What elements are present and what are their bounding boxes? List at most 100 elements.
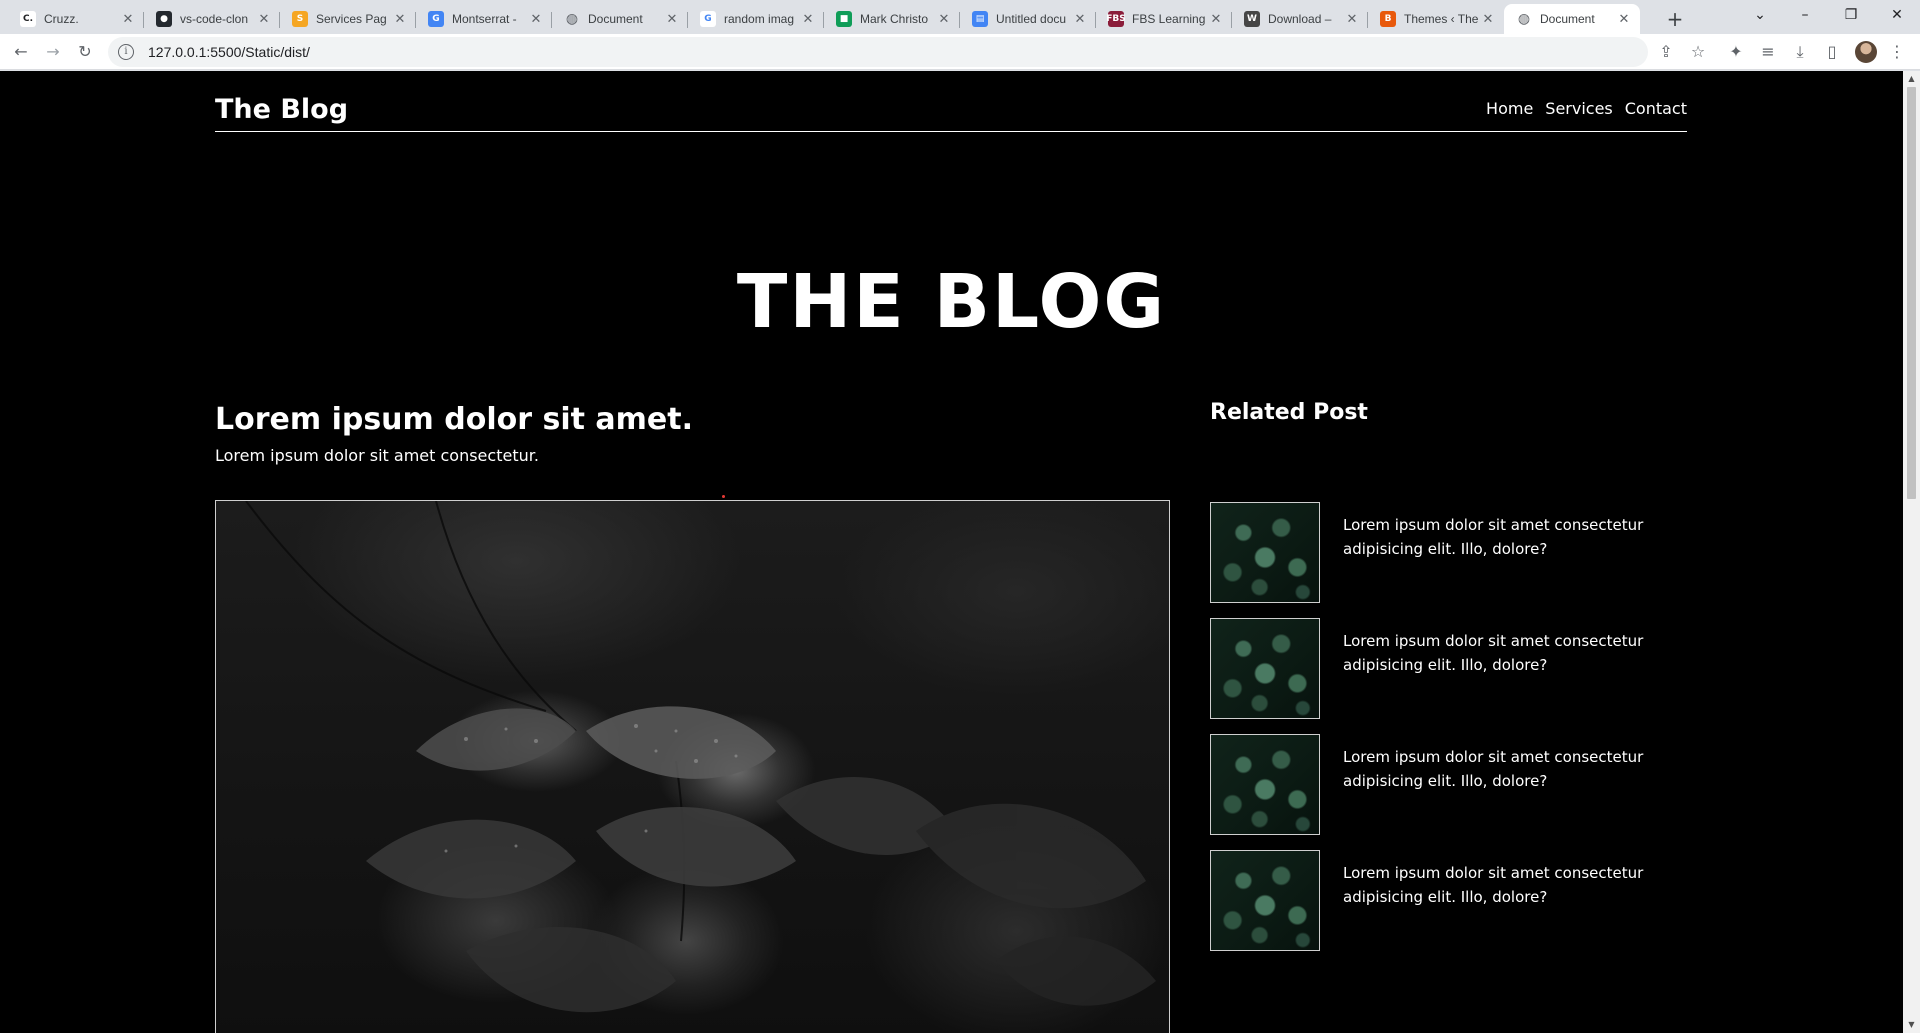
restore-button[interactable]: ❐ xyxy=(1828,0,1874,30)
nav-link-services[interactable]: Services xyxy=(1545,99,1612,118)
back-button[interactable]: ← xyxy=(9,40,33,64)
close-tab-icon[interactable]: ✕ xyxy=(1616,12,1632,27)
tab-title: Montserrat - xyxy=(452,12,517,26)
related-post-item[interactable]: Lorem ipsum dolor sit amet consectetur a… xyxy=(1210,734,1690,835)
tab-title: Cruzz. xyxy=(44,12,79,26)
post-featured-image xyxy=(215,500,1170,1033)
url-text[interactable]: 127.0.0.1:5500/Static/dist/ xyxy=(148,44,310,60)
browser-tab-strip: C. Cruzz. ✕ ● vs-code-clon ✕ S Services Pag ✕ G Mo… xyxy=(0,0,1920,34)
side-panel-icon[interactable]: ▯ xyxy=(1820,40,1844,64)
browser-tab[interactable]: ● vs-code-clon ✕ xyxy=(144,4,280,34)
browser-tab[interactable]: FBS FBS Learning ✕ xyxy=(1096,4,1232,34)
tab-separator xyxy=(959,12,960,28)
related-post-text[interactable]: Lorem ipsum dolor sit amet consectetur a… xyxy=(1343,745,1673,793)
related-post-thumbnail[interactable] xyxy=(1210,734,1320,835)
globe-icon: ◍ xyxy=(1517,11,1531,27)
related-post-text[interactable]: Lorem ipsum dolor sit amet consectetur a… xyxy=(1343,861,1673,909)
related-post-text[interactable]: Lorem ipsum dolor sit amet consectetur a… xyxy=(1343,629,1673,677)
favicon-icon: S xyxy=(292,11,308,27)
related-post-item[interactable]: Lorem ipsum dolor sit amet consectetur a… xyxy=(1210,850,1690,951)
globe-icon: ◍ xyxy=(565,11,579,27)
forward-button[interactable]: → xyxy=(41,40,65,64)
browser-tab[interactable]: S Services Pag ✕ xyxy=(280,4,416,34)
close-tab-icon[interactable]: ✕ xyxy=(1480,12,1496,27)
close-window-button[interactable]: ✕ xyxy=(1874,0,1920,30)
close-tab-icon[interactable]: ✕ xyxy=(1344,12,1360,27)
browser-menu-icon[interactable]: ⋮ xyxy=(1885,40,1909,64)
browser-tab[interactable]: C. Cruzz. ✕ xyxy=(8,4,144,34)
docs-icon: ▤ xyxy=(972,11,988,27)
favicon-icon: B xyxy=(1380,11,1396,27)
tab-separator xyxy=(143,12,144,28)
tab-title: random imag xyxy=(724,12,795,26)
site-logo[interactable]: The Blog xyxy=(215,94,348,125)
related-post-thumbnail[interactable] xyxy=(1210,850,1320,951)
post-subtitle: Lorem ipsum dolor sit amet consectetur. xyxy=(215,446,539,465)
tab-title: Document xyxy=(1540,12,1595,26)
browser-tab[interactable]: G Montserrat - ✕ xyxy=(416,4,552,34)
profile-avatar[interactable] xyxy=(1855,41,1877,63)
close-tab-icon[interactable]: ✕ xyxy=(392,12,408,27)
scroll-up-arrow-icon[interactable]: ▲ xyxy=(1903,71,1920,87)
minimize-button[interactable]: – xyxy=(1782,0,1828,30)
chat-icon: ■ xyxy=(836,11,852,27)
tab-title: Download – xyxy=(1268,12,1332,26)
leaves-illustration xyxy=(245,501,1156,1013)
related-post-thumbnail[interactable] xyxy=(1210,618,1320,719)
tab-separator xyxy=(687,12,688,28)
tab-separator xyxy=(279,12,280,28)
media-controls-icon[interactable]: ≡ xyxy=(1756,40,1780,64)
related-post-item[interactable]: Lorem ipsum dolor sit amet consectetur a… xyxy=(1210,618,1690,719)
address-bar[interactable]: i 127.0.0.1:5500/Static/dist/ xyxy=(108,37,1648,67)
site-header: The Blog Home Services Contact xyxy=(215,91,1687,132)
close-tab-icon[interactable]: ✕ xyxy=(664,12,680,27)
page-viewport: The Blog Home Services Contact THE BLOG … xyxy=(0,71,1903,1033)
related-post-text[interactable]: Lorem ipsum dolor sit amet consectetur a… xyxy=(1343,513,1673,561)
tab-search-button[interactable]: ⌄ xyxy=(1737,0,1783,30)
site-nav: Home Services Contact xyxy=(1486,99,1687,118)
bookmark-star-icon[interactable]: ☆ xyxy=(1686,40,1710,64)
browser-tab[interactable]: ◍ Document ✕ xyxy=(552,4,688,34)
close-tab-icon[interactable]: ✕ xyxy=(120,12,136,27)
tab-title: Themes ‹ The xyxy=(1404,12,1479,26)
favicon-icon: G xyxy=(428,11,444,27)
scrollbar-thumb[interactable] xyxy=(1907,87,1916,499)
new-tab-button[interactable]: + xyxy=(1661,5,1689,33)
github-icon: ● xyxy=(156,11,172,27)
downloads-icon[interactable]: ⤓ xyxy=(1788,40,1812,64)
tab-separator xyxy=(415,12,416,28)
close-tab-icon[interactable]: ✕ xyxy=(936,12,952,27)
close-tab-icon[interactable]: ✕ xyxy=(528,12,544,27)
browser-tab[interactable]: ■ Mark Christo ✕ xyxy=(824,4,960,34)
tab-separator xyxy=(1095,12,1096,28)
browser-tab[interactable]: ◍ Document ✕ xyxy=(1504,4,1640,34)
browser-tab[interactable]: ▤ Untitled docu ✕ xyxy=(960,4,1096,34)
extensions-icon[interactable]: ✦ xyxy=(1724,40,1748,64)
tab-separator xyxy=(551,12,552,28)
browser-tab[interactable]: W Download – ✕ xyxy=(1232,4,1368,34)
tab-title: Mark Christo xyxy=(860,12,929,26)
share-icon[interactable]: ⇪ xyxy=(1654,40,1678,64)
site-info-icon[interactable]: i xyxy=(118,44,134,60)
browser-toolbar: ← → ↻ i 127.0.0.1:5500/Static/dist/ ⇪ ☆ … xyxy=(0,34,1920,70)
tab-title: Document xyxy=(588,12,643,26)
post-title: Lorem ipsum dolor sit amet. xyxy=(215,402,693,437)
nav-link-home[interactable]: Home xyxy=(1486,99,1533,118)
tab-separator xyxy=(823,12,824,28)
page-scrollbar[interactable]: ▲ ▼ xyxy=(1903,71,1920,1033)
close-tab-icon[interactable]: ✕ xyxy=(256,12,272,27)
tab-title: vs-code-clon xyxy=(180,12,249,26)
browser-tab[interactable]: Grandom imag ✕ xyxy=(688,4,824,34)
browser-tab[interactable]: B Themes ‹ The ✕ xyxy=(1368,4,1504,34)
related-post-thumbnail[interactable] xyxy=(1210,502,1320,603)
close-tab-icon[interactable]: ✕ xyxy=(800,12,816,27)
tab-title: Services Pag xyxy=(316,12,387,26)
tab-separator xyxy=(1231,12,1232,28)
related-post-item[interactable]: Lorem ipsum dolor sit amet consectetur a… xyxy=(1210,502,1690,603)
reload-button[interactable]: ↻ xyxy=(73,40,97,64)
nav-link-contact[interactable]: Contact xyxy=(1625,99,1687,118)
close-tab-icon[interactable]: ✕ xyxy=(1208,12,1224,27)
scroll-down-arrow-icon[interactable]: ▼ xyxy=(1903,1017,1920,1033)
hero-title: THE BLOG xyxy=(736,259,1167,345)
close-tab-icon[interactable]: ✕ xyxy=(1072,12,1088,27)
